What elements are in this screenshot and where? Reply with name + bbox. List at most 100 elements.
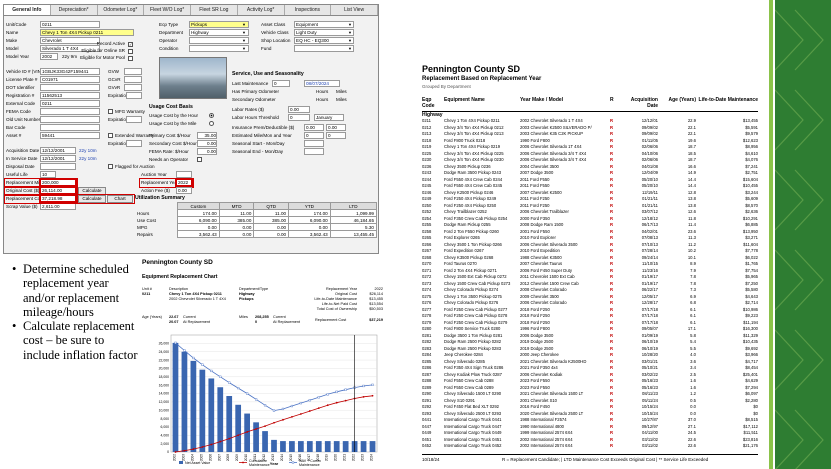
field-vehicle-id-vin[interactable]: 1GBJK33G42F159441 [40, 68, 100, 75]
field-bar-code[interactable] [40, 124, 100, 131]
secondary-cost-field[interactable]: 0.00 [197, 140, 217, 147]
seasonal-end-field[interactable] [304, 148, 324, 155]
field-registration[interactable]: 11562513 [40, 92, 100, 99]
field-disposal-date[interactable] [40, 163, 76, 170]
chevron-down-icon[interactable]: ▼ [348, 46, 352, 51]
tab-fleet-sr-log[interactable]: Fleet SR Log [191, 5, 238, 15]
motor-pool-checkbox[interactable] [128, 56, 133, 61]
ext-warranty-checkbox[interactable] [108, 133, 113, 138]
report-cell: $4,717 [745, 358, 758, 364]
report-cell: 07/17/18 [641, 319, 658, 325]
needs-operator-checkbox[interactable] [197, 157, 202, 162]
x-tick-label: 2024 [370, 454, 374, 461]
field-model-year[interactable]: 2002 [40, 53, 58, 60]
record-active-checkbox[interactable]: ✓ [128, 42, 133, 47]
field-dot-identifier[interactable] [40, 84, 100, 91]
point-cumulative-maintenance [228, 437, 231, 440]
field-scrap-value[interactable]: 2,611.00 [40, 203, 76, 210]
flagged-auction-checkbox[interactable] [108, 164, 113, 169]
registration-expiration-field[interactable] [126, 92, 142, 99]
labor-hours-field[interactable]: 0 [288, 114, 310, 121]
est-miles-month-field[interactable]: 0 [304, 132, 324, 139]
report-cell: Ford F550 4X4 Crew Cab 0244 [444, 176, 503, 182]
report-cell: $0 [753, 410, 758, 416]
field-useful-life[interactable]: 10 [40, 171, 56, 178]
tab-odometer-log[interactable]: Odometer Log* [98, 5, 145, 15]
dropdown-asset-class[interactable]: Equipment [294, 21, 354, 28]
gvw-field[interactable] [124, 84, 142, 91]
action-fee-field[interactable]: 0.00 [176, 187, 192, 194]
seasonal-start-field[interactable] [304, 140, 324, 147]
report-cell: R [610, 261, 614, 266]
bar-net-asset-value [360, 441, 367, 452]
last-maintenance-date[interactable]: 08/07/2024 [304, 80, 340, 87]
online-sr-checkbox[interactable] [128, 49, 133, 54]
mfg-warranty-checkbox[interactable] [108, 109, 113, 114]
tab-general-info[interactable]: General Info [4, 5, 51, 15]
dropdown-ecp-type[interactable]: Pickups [189, 21, 249, 28]
chart-button[interactable]: Chart [107, 195, 133, 203]
field-name[interactable]: Chevy 1 Ton 4X4 Pickup 0211 [40, 29, 134, 36]
x-tick-label: 2019 [325, 454, 329, 461]
field-unit-code[interactable]: 0211 [40, 21, 100, 28]
field-license-plate[interactable]: C01971 [40, 76, 100, 83]
field-asset[interactable]: 59441 [40, 132, 100, 139]
report-row: 0255 Dodge Ram Pickup 0255 2008 Dodge Ram … [422, 222, 758, 228]
report-cell: $10,455 [742, 183, 758, 188]
last-maintenance-field[interactable]: 0 [272, 80, 290, 87]
report-cell: 5.4 [690, 339, 696, 344]
bar-net-asset-value [289, 441, 295, 452]
chevron-down-icon[interactable]: ▼ [242, 38, 246, 43]
tab-activity-log[interactable]: Activity Log* [238, 5, 285, 15]
mfg-expiration-field[interactable] [126, 116, 142, 123]
est-miles-year-field[interactable]: 0 [326, 132, 346, 139]
insurance-prem-field[interactable]: 0.00 [304, 124, 324, 131]
field-acquisition-date[interactable]: 12/12/2001 [40, 147, 76, 154]
chevron-down-icon[interactable]: ▼ [348, 30, 352, 35]
labor-rates-field[interactable]: 0.00 [288, 106, 310, 113]
field-old-unit-number[interactable] [40, 116, 100, 123]
report-row: 0293 Chevy Silverado 2500 LT 0293 2020 Che… [422, 411, 758, 417]
field-fema-code[interactable] [40, 108, 100, 115]
chevron-down-icon[interactable]: ▼ [242, 46, 246, 51]
chevron-down-icon[interactable]: ▼ [348, 22, 352, 27]
chevron-down-icon[interactable]: ▼ [242, 22, 246, 27]
report-cell: 11.4 [688, 222, 696, 227]
chevron-down-icon[interactable]: ▼ [348, 38, 352, 43]
auction-year-field[interactable] [176, 171, 192, 178]
report-cell: 0282 [422, 339, 432, 344]
primary-cost-field[interactable]: 35.00 [197, 132, 217, 139]
insurance-deductible-field[interactable]: 0.00 [326, 124, 346, 131]
report-cell: Chevy 3/4 Ton 4X4 Pickup 0212 [444, 124, 504, 130]
ext-expiration-field[interactable] [126, 140, 142, 147]
tab-fleet-w-o-log[interactable]: Fleet W/O Log* [144, 5, 191, 15]
utilization-cell: 0.00 [253, 230, 290, 238]
dropdown-fund[interactable] [294, 45, 354, 52]
tab-inspections[interactable]: Inspections [285, 5, 332, 15]
field-in-service-date[interactable]: 12/12/2001 [40, 155, 76, 162]
dropdown-operator[interactable] [189, 37, 249, 44]
labor-hours-unit-dropdown[interactable]: January [314, 114, 344, 121]
field-label: Make [6, 38, 18, 43]
gvw-field[interactable] [124, 68, 142, 75]
chevron-down-icon[interactable]: ▼ [242, 30, 246, 35]
report-cell: 0246 [422, 189, 432, 195]
y-tick-label: 12,000 [159, 400, 169, 404]
report-row: 0452 International Cargo Truck 0452 2002 I… [422, 443, 758, 449]
dropdown-shop-location[interactable]: EQ HC - EQ300 [294, 37, 354, 44]
report-cell: R [610, 365, 614, 370]
form-tabs: General Info Depreciation* Odometer Log* Fl… [4, 5, 378, 16]
dropdown-condition[interactable] [189, 45, 249, 52]
usage-hour-radio[interactable] [209, 113, 214, 118]
dropdown-vehicle-class[interactable]: Light Duty [294, 29, 354, 36]
usage-mile-radio[interactable] [209, 121, 214, 126]
report-cell: 01/21/11 [642, 202, 658, 208]
field-label: Asset # [6, 133, 22, 138]
tab-list-view[interactable]: List View [331, 5, 378, 15]
tab-depreciation[interactable]: Depreciation* [51, 5, 98, 15]
fema-rate-field[interactable]: 0.00 [197, 148, 217, 155]
dropdown-department[interactable]: Highway [189, 29, 249, 36]
field-external-code[interactable]: 0211 [40, 100, 100, 107]
gvw-field[interactable] [124, 76, 142, 83]
bar-net-asset-value [333, 441, 340, 452]
